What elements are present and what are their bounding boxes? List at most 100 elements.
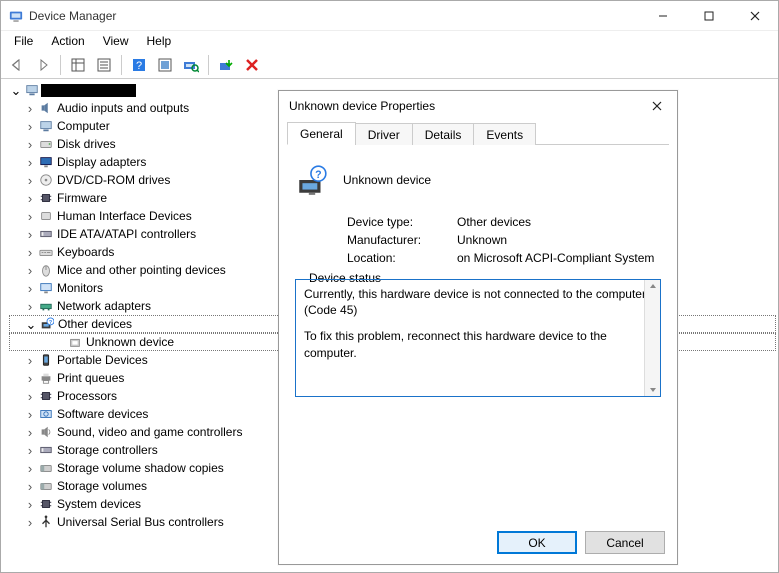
tab-driver[interactable]: Driver	[355, 123, 413, 145]
tab-general[interactable]: General	[287, 122, 356, 145]
chevron-right-icon[interactable]: ›	[23, 480, 37, 493]
tree-item-label: Monitors	[55, 279, 105, 298]
tree-item-label: Human Interface Devices	[55, 207, 194, 226]
status-scrollbar[interactable]	[644, 279, 661, 397]
tree-item-label: Firmware	[55, 189, 109, 208]
chevron-down-icon	[649, 386, 657, 394]
disk-icon	[37, 137, 55, 151]
chevron-right-icon[interactable]: ›	[23, 138, 37, 151]
storage-icon	[37, 443, 55, 457]
window-title: Device Manager	[29, 9, 116, 23]
menu-help[interactable]: Help	[138, 32, 181, 50]
tree-item-label: Network adapters	[55, 297, 153, 316]
status-line: Currently, this hardware device is not c…	[304, 286, 652, 318]
chevron-right-icon[interactable]: ›	[23, 210, 37, 223]
chevron-right-icon[interactable]: ›	[23, 102, 37, 115]
chevron-right-icon[interactable]: ›	[23, 192, 37, 205]
chevron-down-icon[interactable]: ⌄	[24, 318, 38, 331]
enable-device-button[interactable]	[153, 53, 177, 77]
tree-item-label: Software devices	[55, 405, 150, 424]
chevron-right-icon[interactable]: ›	[23, 498, 37, 511]
chevron-right-icon[interactable]: ›	[23, 372, 37, 385]
ok-button[interactable]: OK	[497, 531, 577, 554]
network-icon	[37, 299, 55, 313]
chevron-right-icon[interactable]: ›	[23, 246, 37, 259]
tree-item-label: DVD/CD-ROM drives	[55, 171, 172, 190]
unknown-icon	[66, 335, 84, 349]
chip-icon	[37, 191, 55, 205]
tree-item-label: Portable Devices	[55, 351, 150, 370]
help-button[interactable]: ?	[127, 53, 151, 77]
ide-icon	[37, 227, 55, 241]
uninstall-button[interactable]	[240, 53, 264, 77]
dialog-close-button[interactable]	[637, 91, 677, 121]
chevron-right-icon[interactable]: ›	[23, 354, 37, 367]
tab-details[interactable]: Details	[412, 123, 475, 145]
close-button[interactable]	[732, 1, 778, 31]
device-name: Unknown device	[343, 173, 431, 187]
tree-item-label: Disk drives	[55, 135, 118, 154]
system-buttons	[640, 1, 778, 31]
tree-item-label: Mice and other pointing devices	[55, 261, 228, 280]
tree-item-label: Unknown device	[84, 333, 176, 352]
printer-icon	[37, 371, 55, 385]
tree-item-label: Keyboards	[55, 243, 116, 262]
show-hidden-button[interactable]	[66, 53, 90, 77]
chevron-right-icon[interactable]: ›	[23, 264, 37, 277]
scan-hardware-button[interactable]	[179, 53, 203, 77]
chevron-right-icon[interactable]: ›	[23, 408, 37, 421]
speaker-icon	[37, 101, 55, 115]
device-status-text[interactable]: Currently, this hardware device is not c…	[295, 279, 661, 397]
tree-item-label: Storage volumes	[55, 477, 149, 496]
sound-icon	[37, 425, 55, 439]
chevron-right-icon[interactable]: ›	[23, 174, 37, 187]
dialog-button-row: OK Cancel	[279, 521, 677, 564]
tab-events[interactable]: Events	[473, 123, 536, 145]
tree-item-label: System devices	[55, 495, 143, 514]
chevron-right-icon[interactable]: ›	[23, 426, 37, 439]
computer-icon	[23, 83, 41, 97]
svg-text:?: ?	[315, 169, 321, 181]
nav-forward-button[interactable]	[31, 53, 55, 77]
app-icon	[9, 9, 23, 23]
menu-file[interactable]: File	[5, 32, 42, 50]
tree-item-label: Computer	[55, 117, 112, 136]
chevron-right-icon[interactable]: ›	[23, 300, 37, 313]
menu-action[interactable]: Action	[42, 32, 93, 50]
maximize-button[interactable]	[686, 1, 732, 31]
menu-view[interactable]: View	[94, 32, 138, 50]
chevron-right-icon[interactable]: ›	[23, 228, 37, 241]
titlebar: Device Manager	[1, 1, 778, 31]
chevron-down-icon[interactable]: ⌄	[9, 84, 23, 97]
value-location: on Microsoft ACPI-Compliant System	[457, 251, 654, 265]
dialog-titlebar: Unknown device Properties	[279, 91, 677, 121]
hid-icon	[37, 209, 55, 223]
volume-icon	[37, 479, 55, 493]
chevron-right-icon[interactable]: ›	[23, 462, 37, 475]
chevron-right-icon[interactable]: ›	[23, 516, 37, 529]
chevron-right-icon[interactable]: ›	[23, 444, 37, 457]
chevron-right-icon[interactable]: ›	[23, 282, 37, 295]
svg-text:?: ?	[136, 60, 142, 72]
tree-item-label: Universal Serial Bus controllers	[55, 513, 226, 532]
chevron-right-icon[interactable]: ›	[23, 120, 37, 133]
update-driver-button[interactable]	[214, 53, 238, 77]
cancel-button[interactable]: Cancel	[585, 531, 665, 554]
minimize-button[interactable]	[640, 1, 686, 31]
nav-back-button[interactable]	[5, 53, 29, 77]
chevron-right-icon[interactable]: ›	[23, 156, 37, 169]
dialog-tabstrip: General Driver Details Events	[287, 121, 669, 145]
value-device-type: Other devices	[457, 215, 531, 229]
device-icon: ?	[295, 163, 329, 197]
tree-item-label: Audio inputs and outputs	[55, 99, 191, 118]
chevron-right-icon[interactable]: ›	[23, 390, 37, 403]
shadow-icon	[37, 461, 55, 475]
tab-page-general: ? Unknown device Device type:Other devic…	[279, 145, 677, 521]
cpu-icon	[37, 389, 55, 403]
other-icon: ?	[38, 317, 56, 331]
tree-item-label: Print queues	[55, 369, 126, 388]
toolbar-separator	[60, 55, 61, 75]
properties-button[interactable]	[92, 53, 116, 77]
device-status-group: Device status Currently, this hardware d…	[295, 279, 661, 397]
root-node-label[interactable]	[41, 84, 136, 97]
